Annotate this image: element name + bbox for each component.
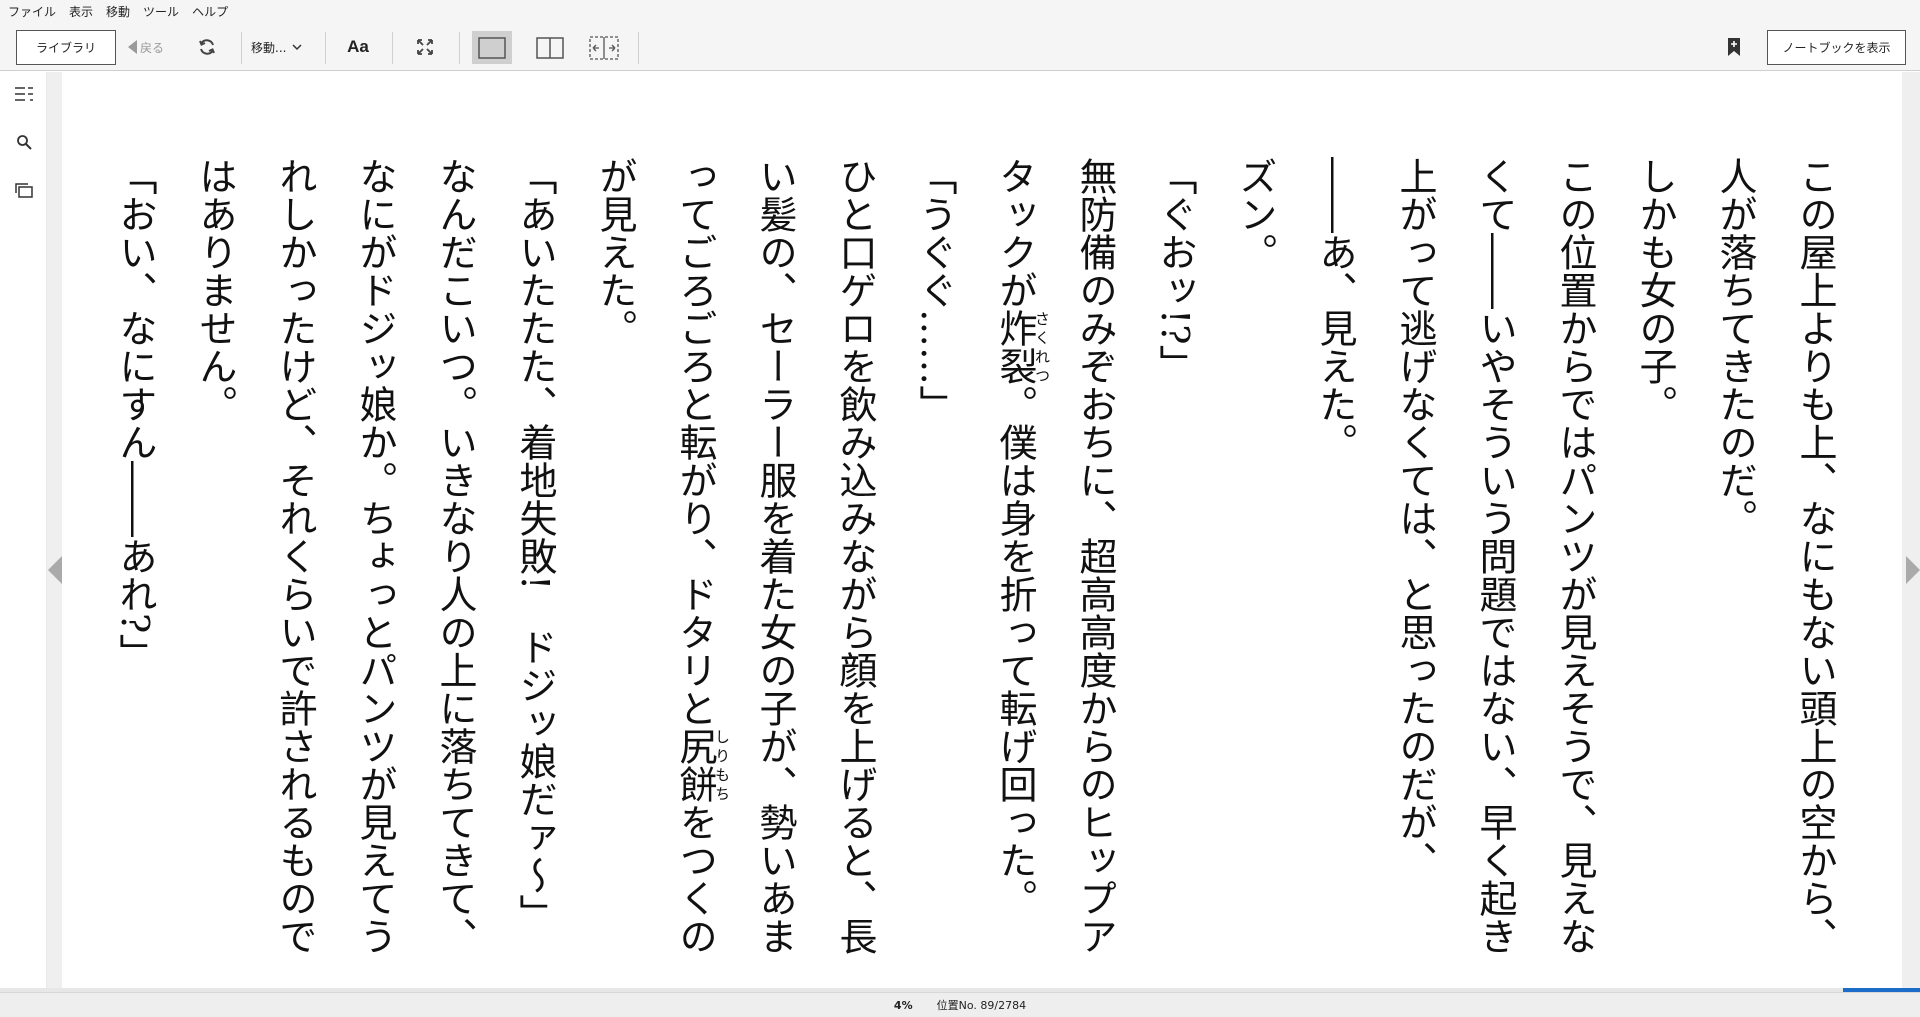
back-arrow-icon (128, 40, 137, 54)
next-page-arrow-icon[interactable] (1906, 556, 1920, 584)
book-text: この屋上よりも上、なにもない頭上の空から、人が落ちてきたのだ。 しかも女の子。 … (113, 157, 1855, 977)
font-settings-button[interactable]: Aa (343, 33, 373, 61)
bookmark-add-icon (1728, 38, 1740, 56)
paragraph: 無防備のみぞおちに、超高高度からのヒップアタックが炸裂さくれつ。僕は身を折って転… (975, 157, 1135, 977)
paragraph: 「あいたたた、着地失敗! ドジッ娘だァ～」 (513, 157, 557, 933)
toolbar-divider (459, 32, 460, 64)
status-bar: 4% 位置No. 89/2784 (0, 992, 1920, 1017)
page-flip-view-button[interactable] (584, 31, 624, 64)
paragraph: 「おい、なにすん――あれ?」 (113, 157, 157, 672)
table-of-contents-button[interactable] (12, 82, 36, 106)
menu-go[interactable]: 移動 (104, 3, 137, 20)
two-page-view-button[interactable] (530, 31, 570, 64)
chevron-down-icon (292, 43, 302, 50)
paragraph: しかも女の子。 (1633, 157, 1677, 423)
ruby-reading: さくれつ (1033, 309, 1051, 385)
table-of-contents-icon (15, 87, 33, 101)
bookmark-button[interactable] (1722, 33, 1746, 61)
ruby-annotation: 尻餅しりもち (673, 727, 731, 803)
sync-button[interactable] (193, 33, 221, 61)
library-button[interactable]: ライブラリ (16, 30, 116, 65)
sidebar (0, 72, 47, 992)
toolbar-divider (638, 32, 639, 64)
toolbar-divider (392, 32, 393, 64)
search-icon (17, 135, 32, 150)
paragraph: ――あ、見えた。 (1313, 157, 1357, 461)
paragraph: この屋上よりも上、なにもない頭上の空から、人が落ちてきたのだ。 (1713, 157, 1837, 955)
fullscreen-button[interactable] (410, 33, 440, 61)
toolbar: ライブラリ 戻る 移動... Aa ノートブックを表示 (0, 23, 1920, 71)
ruby-base: 尻餅 (673, 727, 717, 803)
search-button[interactable] (12, 130, 36, 154)
paragraph: なんだこいつ。いきなり人の上に落ちてきて、なにがドジッ娘か。ちょっとパンツが見え… (193, 157, 477, 955)
paragraph: 「ぐおッ!?」 (1153, 157, 1197, 383)
flashcards-button[interactable] (12, 178, 36, 202)
ruby-reading: しりもち (713, 727, 731, 803)
menu-file[interactable]: ファイル (6, 3, 63, 20)
progress-percent: 4% (893, 998, 913, 1012)
previous-page-arrow-icon[interactable] (48, 556, 62, 584)
single-page-icon (478, 36, 506, 59)
paragraph: 「うぐぐ……」 (913, 157, 957, 423)
flashcards-icon (15, 183, 33, 198)
text-run: 。僕は身を折って転げ回った。 (993, 385, 1037, 917)
menu-bar: ファイル 表示 移動 ツール ヘルプ (0, 0, 1920, 23)
back-label: 戻る (140, 40, 165, 55)
two-page-icon (536, 36, 564, 59)
menu-view[interactable]: 表示 (67, 3, 100, 20)
menu-help[interactable]: ヘルプ (190, 3, 235, 20)
paragraph: ズン。 (1233, 157, 1277, 271)
menu-tools[interactable]: ツール (141, 3, 186, 20)
toolbar-divider (325, 32, 326, 64)
ruby-base: 炸裂 (993, 309, 1037, 385)
location-number: 位置No. 89/2784 (936, 999, 1027, 1012)
fullscreen-icon (417, 39, 433, 55)
ruby-annotation: 炸裂さくれつ (993, 309, 1051, 385)
sync-icon (199, 39, 215, 55)
back-button[interactable]: 戻る (128, 35, 164, 59)
toolbar-divider (241, 32, 242, 64)
show-notebook-button[interactable]: ノートブックを表示 (1767, 30, 1906, 65)
single-page-view-button[interactable] (472, 31, 512, 64)
paragraph: この位置からではパンツが見えそうで、見えなくて――いやそういう問題ではない、早く… (1393, 157, 1597, 955)
page-flip-icon (589, 35, 619, 60)
goto-label: 移動... (251, 40, 287, 55)
goto-dropdown[interactable]: 移動... (251, 35, 302, 59)
paragraph: ひと口ゲロを飲み込みながら顔を上げると、長い髪の、セーラー服を着た女の子が、勢い… (575, 157, 895, 977)
